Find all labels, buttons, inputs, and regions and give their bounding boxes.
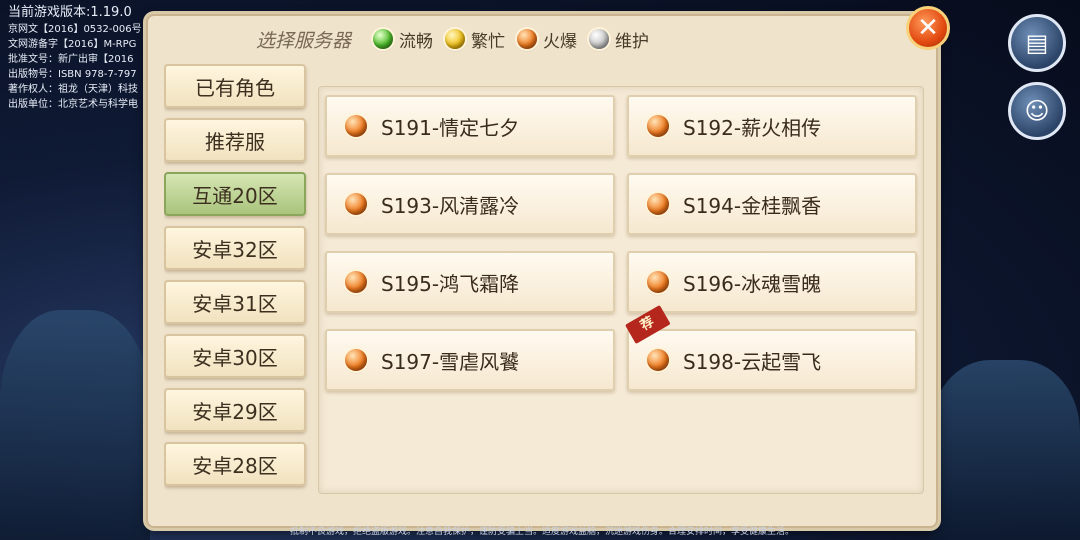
gray-status-icon: [589, 29, 610, 49]
sidebar-item-android-28[interactable]: 安卓28区: [164, 442, 306, 486]
legend-maintenance: 维护: [589, 27, 649, 52]
panel-title: 选择服务器: [256, 29, 352, 52]
sidebar-item-interop-20[interactable]: 互通20区: [164, 172, 306, 216]
background-mountain-right: [930, 360, 1080, 540]
info-line: 著作权人：祖龙（天津）科技: [8, 84, 138, 95]
server-label: S196-冰魂雪魄: [683, 271, 822, 296]
hot-status-icon: [345, 349, 367, 371]
copyright-info: 当前游戏版本:1.19.0 京网文【2016】0532-006号 文网游备字【2…: [8, 4, 142, 112]
sidebar-item-android-31[interactable]: 安卓31区: [164, 280, 306, 324]
hot-status-icon: [647, 349, 669, 371]
server-button[interactable]: S194-金桂飘香: [627, 173, 917, 235]
sidebar-item-recommended[interactable]: 推荐服: [164, 118, 306, 162]
server-label: S195-鸿飞霜降: [381, 271, 520, 296]
info-line: 出版物号：ISBN 978-7-797: [8, 69, 137, 80]
legend-hot: 火爆: [517, 27, 577, 52]
legend-label: 流畅: [399, 31, 434, 52]
legend-label: 繁忙: [471, 31, 506, 52]
sidebar-item-android-32[interactable]: 安卓32区: [164, 226, 306, 270]
hot-status-icon: [345, 271, 367, 293]
server-button[interactable]: 荐 S198-云起雪飞: [625, 305, 917, 391]
server-grid: S191-情定七夕 S192-薪火相传 S193-风清露冷 S194-金桂飘香 …: [325, 95, 917, 391]
game-version: 当前游戏版本:1.19.0: [8, 5, 132, 20]
sidebar-item-existing-roles[interactable]: 已有角色: [164, 64, 306, 108]
server-label: S198-云起雪飞: [683, 349, 822, 374]
legend-busy: 繁忙: [445, 27, 505, 52]
server-label: S192-薪火相传: [683, 115, 822, 140]
info-line: 京网文【2016】0532-006号: [8, 24, 142, 35]
server-list-area: S191-情定七夕 S192-薪火相传 S193-风清露冷 S194-金桂飘香 …: [318, 86, 924, 494]
health-tip: 抵制不良游戏，拒绝盗版游戏。注意自我保护，谨防受骗上当。适度游戏益脑，沉迷游戏伤…: [290, 527, 795, 537]
info-line: 出版单位：北京艺术与科学电: [8, 99, 138, 110]
server-button[interactable]: S197-雪虐风饕: [325, 329, 615, 391]
hot-status-icon: [647, 271, 669, 293]
server-button[interactable]: S191-情定七夕: [325, 95, 615, 157]
info-line: 批准文号：新广出审【2016: [8, 54, 134, 65]
green-status-icon: [373, 29, 394, 49]
server-label: S191-情定七夕: [381, 115, 520, 140]
server-button[interactable]: S195-鸿飞霜降: [325, 251, 615, 313]
server-group-sidebar[interactable]: 已有角色 推荐服 互通20区 安卓32区 安卓31区 安卓30区 安卓29区 安…: [164, 64, 310, 516]
close-button[interactable]: ✕: [906, 6, 950, 50]
hot-status-icon: [345, 193, 367, 215]
server-button[interactable]: S193-风清露冷: [325, 173, 615, 235]
sidebar-item-android-30[interactable]: 安卓30区: [164, 334, 306, 378]
hot-status-icon: [345, 115, 367, 137]
legend-label: 维护: [615, 31, 650, 52]
background-mountain-left: [0, 310, 150, 540]
account-icon[interactable]: ☺: [1008, 82, 1066, 140]
legend-label: 火爆: [543, 31, 578, 52]
server-label: S197-雪虐风饕: [381, 349, 520, 374]
server-button[interactable]: S196-冰魂雪魄: [627, 251, 917, 313]
info-line: 文网游备字【2016】M-RPG: [8, 39, 137, 50]
hot-status-icon: [647, 193, 669, 215]
hot-status-icon: [647, 115, 669, 137]
server-label: S194-金桂飘香: [683, 193, 822, 218]
close-icon: ✕: [917, 13, 939, 43]
server-label: S193-风清露冷: [381, 193, 520, 218]
panel-header: 选择服务器 流畅 繁忙 火爆 维护: [256, 24, 649, 54]
sidebar-item-android-29[interactable]: 安卓29区: [164, 388, 306, 432]
yellow-status-icon: [445, 29, 466, 49]
legend-smooth: 流畅: [373, 27, 433, 52]
server-button[interactable]: S192-薪火相传: [627, 95, 917, 157]
notice-icon[interactable]: ▤: [1008, 14, 1066, 72]
orange-status-icon: [517, 29, 538, 49]
